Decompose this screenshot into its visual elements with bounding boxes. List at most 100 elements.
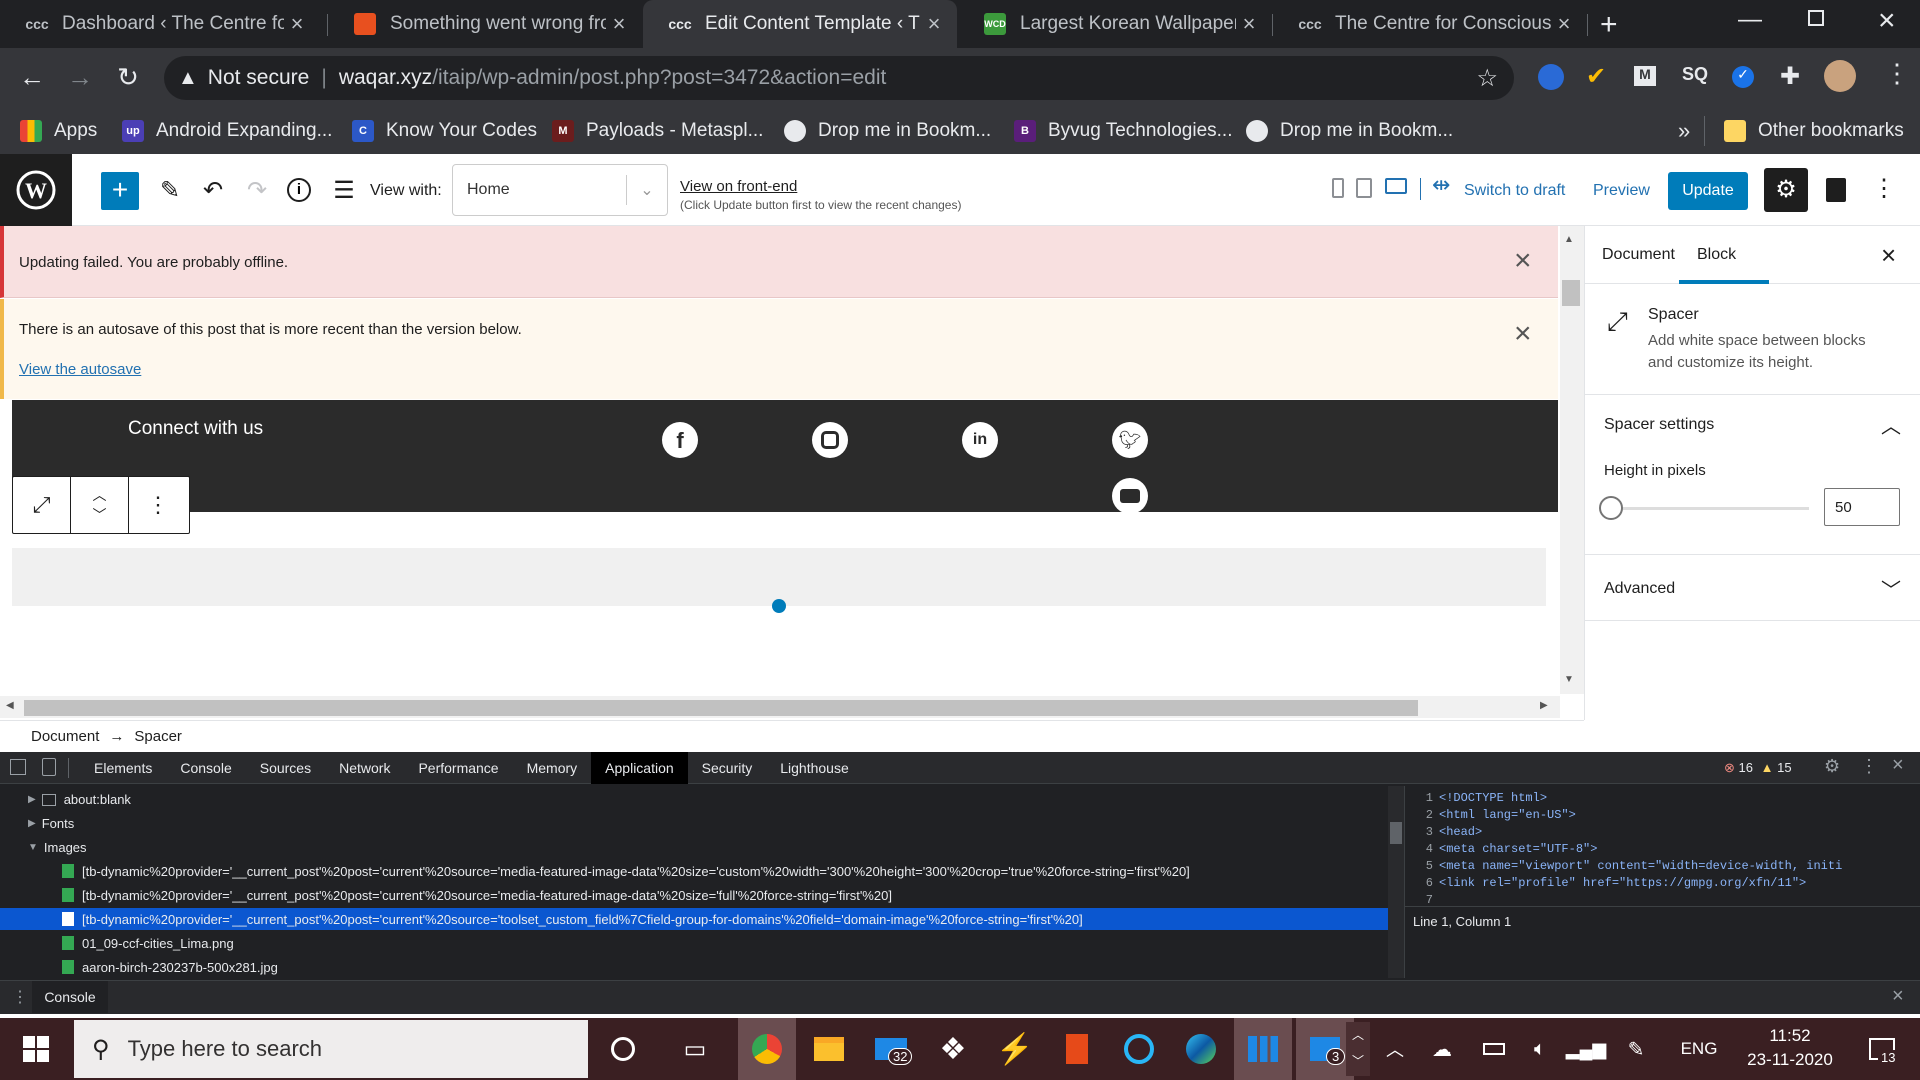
forward-icon[interactable]: →	[62, 62, 98, 93]
tab-document[interactable]: Document	[1602, 246, 1675, 264]
edit-pencil-icon[interactable]: ✎	[155, 176, 185, 205]
puzzle-icon[interactable]: ✚	[1780, 62, 1800, 91]
chevron-up-icon[interactable]: ︿	[1881, 410, 1901, 439]
close-icon[interactable]: ×	[1892, 985, 1904, 1008]
bookmark-item[interactable]: Drop me in Bookm...	[1246, 108, 1453, 154]
chevron-up-icon[interactable]: ︿	[1380, 1018, 1410, 1080]
back-icon[interactable]: ←	[14, 62, 50, 93]
image-resource-row[interactable]: aaron-birch-230237b-500x281.jpg	[0, 956, 1388, 978]
close-icon[interactable]: ×	[606, 11, 632, 37]
bookmark-item[interactable]: Apps	[20, 108, 97, 154]
bookmark-item[interactable]: C Know Your Codes	[352, 108, 537, 154]
tree-item-frame[interactable]: ▶ about:blank	[28, 792, 131, 807]
wordpress-logo-icon[interactable]: W	[0, 154, 72, 226]
star-icon[interactable]: ☆	[1476, 64, 1498, 93]
close-window-button[interactable]: ×	[1878, 4, 1896, 38]
bookmark-item[interactable]: B Byvug Technologies...	[1014, 108, 1233, 154]
browser-tab[interactable]: ccc The Centre for Conscious Design ×	[1273, 0, 1587, 48]
advanced-title[interactable]: Advanced	[1604, 580, 1675, 598]
taskbar-search-box[interactable]: ⚲ Type here to search	[74, 1020, 588, 1078]
bookmarks-overflow-button[interactable]: »	[1678, 108, 1690, 154]
preview-button[interactable]: Preview	[1593, 182, 1650, 200]
extension-icon[interactable]	[1538, 64, 1564, 90]
slider-thumb[interactable]	[1599, 496, 1623, 520]
device-toolbar-icon[interactable]	[42, 758, 56, 776]
onedrive-icon[interactable]: ☁	[1424, 1018, 1460, 1080]
new-tab-button[interactable]: +	[1600, 8, 1618, 42]
clock[interactable]: 11:52 23-11-2020	[1730, 1022, 1850, 1076]
app-icon[interactable]: ⚡	[986, 1018, 1044, 1080]
undo-icon[interactable]: ↶	[198, 176, 228, 205]
horizontal-scrollbar[interactable]: ◀ ▶	[0, 696, 1560, 718]
tablet-preview-icon[interactable]	[1356, 178, 1372, 198]
update-button[interactable]: Update	[1668, 172, 1748, 210]
drawer-menu-icon[interactable]: ⋮	[12, 987, 28, 1007]
scrollbar-thumb[interactable]	[24, 700, 1418, 716]
seoquake-icon[interactable]: SQ	[1682, 64, 1708, 85]
browser-tab[interactable]: Something went wrong from ×	[328, 0, 642, 48]
restore-button[interactable]	[1808, 10, 1824, 26]
battery-icon[interactable]	[1476, 1018, 1512, 1080]
language-indicator[interactable]: ENG	[1664, 1018, 1734, 1080]
close-sidebar-icon[interactable]: ×	[1881, 240, 1896, 271]
close-icon[interactable]: ×	[1514, 317, 1532, 351]
network-signal-icon[interactable]: ▂▄▆	[1566, 1018, 1606, 1080]
close-icon[interactable]: ×	[1236, 11, 1262, 37]
address-bar[interactable]: ▲ Not secure | waqar.xyz /itaip/wp-admin…	[164, 56, 1514, 100]
footer-block[interactable]: Connect with us f in 🐦︎	[12, 400, 1558, 514]
close-icon[interactable]: ×	[1892, 754, 1904, 777]
bookmark-item[interactable]: up Android Expanding...	[122, 108, 332, 154]
browser-tab[interactable]: WCD Largest Korean Wallpaper & HD ×	[958, 0, 1272, 48]
vertical-scrollbar[interactable]: ▲ ▼	[1560, 226, 1584, 694]
image-resource-row[interactable]: 01_09-ccf-cities_Lima.png	[0, 932, 1388, 954]
kebab-menu-icon[interactable]: ⋮	[1884, 58, 1910, 89]
office-icon[interactable]	[1048, 1018, 1106, 1080]
twitter-icon[interactable]: 🐦︎	[1112, 422, 1148, 458]
cortana-ring-icon[interactable]	[1110, 1018, 1168, 1080]
desktop-preview-icon[interactable]	[1385, 178, 1407, 194]
info-icon[interactable]: i	[287, 178, 311, 202]
devtools-tab-elements[interactable]: Elements	[80, 752, 166, 784]
tab-block[interactable]: Block	[1679, 226, 1769, 284]
bookmark-item[interactable]: M Payloads - Metaspl...	[552, 108, 763, 154]
verified-extension-icon[interactable]: ✓	[1732, 66, 1754, 88]
close-icon[interactable]: ×	[1551, 11, 1577, 37]
breadcrumb-document[interactable]: Document	[31, 728, 99, 745]
devtools-tab-lighthouse[interactable]: Lighthouse	[766, 752, 863, 784]
chart-app-icon[interactable]	[1234, 1018, 1292, 1080]
chrome-icon[interactable]	[738, 1018, 796, 1080]
devtools-tab-security[interactable]: Security	[688, 752, 767, 784]
tree-scrollbar[interactable]	[1388, 786, 1404, 978]
dropbox-icon[interactable]: ❖	[924, 1018, 982, 1080]
toolset-icon[interactable]	[1826, 178, 1846, 202]
avatar[interactable]	[1824, 60, 1856, 92]
notification-icon[interactable]: 13	[1852, 1018, 1912, 1080]
redo-icon[interactable]: ↷	[242, 176, 272, 205]
spacer-block[interactable]	[12, 548, 1546, 606]
move-block-icon[interactable]: ︿ ﹀	[71, 477, 129, 533]
block-options-icon[interactable]: ⋮	[129, 477, 187, 533]
add-block-button[interactable]: +	[101, 172, 139, 210]
devtools-issue-counts[interactable]: ⊗ 16 ▲ 15	[1724, 760, 1792, 776]
close-icon[interactable]: ×	[1514, 244, 1532, 278]
switch-to-draft-button[interactable]: Switch to draft	[1464, 182, 1565, 200]
spacer-resize-handle[interactable]	[772, 599, 786, 613]
other-bookmarks[interactable]: Other bookmarks	[1724, 108, 1904, 154]
youtube-icon[interactable]	[1112, 478, 1148, 514]
close-icon[interactable]: ×	[284, 11, 310, 37]
spacer-block-icon[interactable]: ⤢	[13, 477, 71, 533]
scrollbar-thumb[interactable]	[1562, 280, 1580, 306]
spacer-settings-title[interactable]: Spacer settings	[1604, 416, 1714, 434]
kebab-menu-icon[interactable]: ⋮	[1860, 756, 1878, 777]
list-view-icon[interactable]: ☰	[329, 176, 359, 205]
m-extension-icon[interactable]: M	[1634, 66, 1656, 86]
image-resource-row[interactable]: [tb-dynamic%20provider='__current_post'%…	[0, 884, 1388, 906]
height-input[interactable]: 50	[1824, 488, 1900, 526]
devtools-tab-sources[interactable]: Sources	[246, 752, 325, 784]
task-view-icon[interactable]: ▭	[672, 1018, 718, 1080]
devtools-tab-console[interactable]: Console	[166, 752, 245, 784]
inspect-element-icon[interactable]	[10, 759, 26, 775]
settings-gear-icon[interactable]: ⚙	[1824, 756, 1840, 777]
devtools-tab-application[interactable]: Application	[591, 752, 688, 784]
devtools-tab-performance[interactable]: Performance	[404, 752, 512, 784]
